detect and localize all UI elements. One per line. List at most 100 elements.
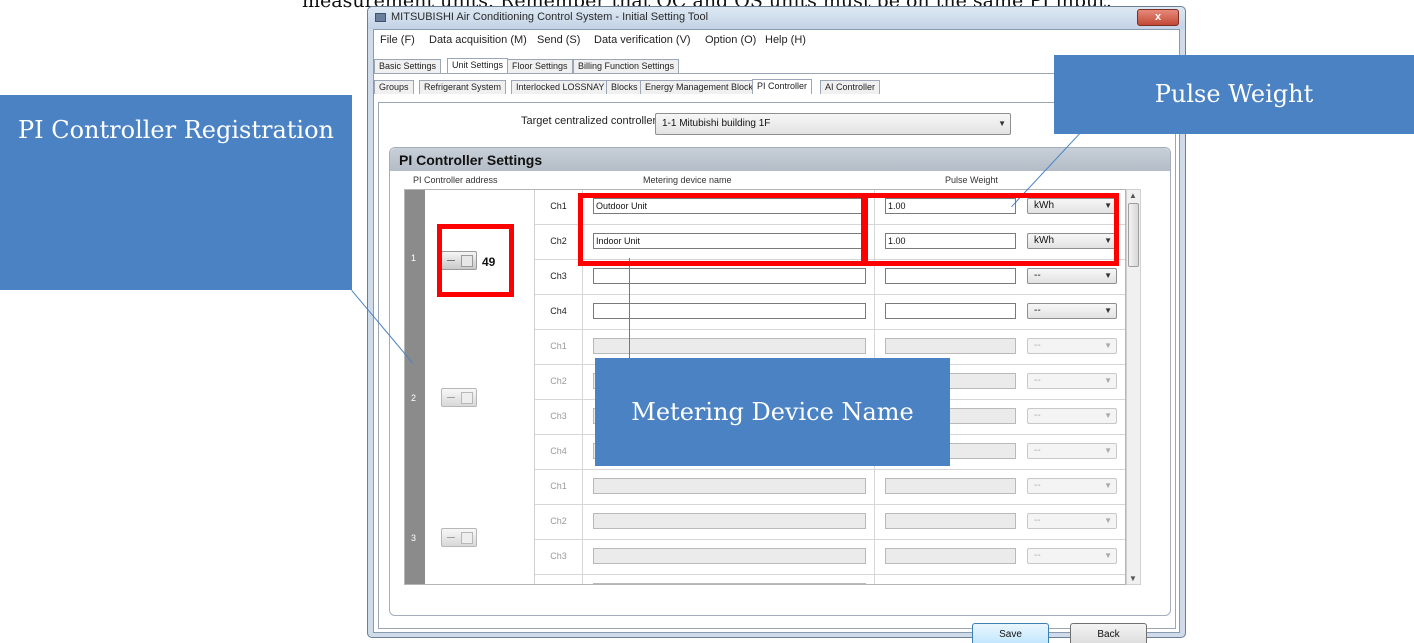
pi-registration-callout: PI Controller Registration [0,95,352,290]
metering-device-name-input[interactable] [593,268,866,284]
chevron-down-icon: ▼ [1104,411,1112,420]
target-controller-value: 1-1 Mitubishi building 1F [662,118,771,129]
pulse-unit-value: -- [1034,445,1041,456]
chevron-down-icon: ▼ [1104,516,1112,525]
chevron-down-icon: ▼ [1104,376,1112,385]
target-controller-select[interactable]: 1-1 Mitubishi building 1F ▼ [655,113,1011,135]
address-strip: 2 [405,330,425,470]
pulse-weight-input[interactable] [885,268,1016,284]
window-title: MITSUBISHI Air Conditioning Control Syst… [391,11,709,23]
channel-label: Ch4 [550,306,567,316]
col-header-pulse-weight: Pulse Weight [945,175,998,185]
address-strip: 3 [405,470,425,584]
pi-controller-icon[interactable] [441,528,477,547]
pi-controller-icon[interactable] [441,388,477,407]
tab-refrigerant-system[interactable]: Refrigerant System [419,80,507,94]
title-bar: MITSUBISHI Air Conditioning Control Syst… [368,7,1185,29]
pulse-weight-input [885,338,1016,354]
scroll-thumb[interactable] [1128,203,1139,267]
pi-controller-highlight [437,224,514,297]
channel-label: Ch2 [550,516,567,526]
metering-leader [629,258,630,360]
scroll-down-icon[interactable]: ▼ [1129,574,1137,583]
pi-controller-group: 3 Ch1 -- ▼ Ch2 -- ▼ Ch3 -- ▼ [405,470,1125,584]
tab-unit-settings[interactable]: Unit Settings [447,58,509,73]
pulse-unit-value: -- [1034,480,1041,491]
grid-scrollbar[interactable]: ▲ ▼ [1126,189,1141,585]
pulse-unit-value: -- [1034,270,1041,281]
pulse-unit-select: -- ▼ [1027,443,1117,459]
menu-file[interactable]: File (F) [380,34,415,46]
pulse-unit-value: -- [1034,305,1041,316]
pulse-unit-value: -- [1034,410,1041,421]
channel-label: Ch1 [550,481,567,491]
channel-label: Ch2 [550,376,567,386]
metering-device-name-input [593,548,866,564]
pulse-unit-select: -- ▼ [1027,478,1117,494]
channel-row: Ch4 -- ▼ [535,295,1125,330]
pulse-unit-select: -- ▼ [1027,408,1117,424]
tab-pi-controller[interactable]: PI Controller [752,79,813,94]
pulse-unit-select[interactable]: -- ▼ [1027,303,1117,319]
tab-billing-function-settings[interactable]: Billing Function Settings [573,59,680,73]
target-controller-label: Target centralized controller: [521,115,660,127]
back-button[interactable]: Back [1070,623,1147,643]
channel-label: Ch3 [550,271,567,281]
channel-label: Ch1 [550,201,567,211]
menu-bar: File (F) Data acquisition (M) Send (S) D… [374,30,1179,50]
pulse-unit-select: -- ▼ [1027,548,1117,564]
channel-label: Ch3 [550,411,567,421]
pi-controller-icon-cell[interactable] [425,330,535,470]
tab-blocks[interactable]: Blocks [606,80,643,94]
app-icon [375,13,386,22]
channel-label: Ch4 [550,446,567,456]
pulse-unit-select: -- ▼ [1027,373,1117,389]
channel-row: Ch1 -- ▼ [535,470,1125,505]
menu-data-verification[interactable]: Data verification (V) [594,34,691,46]
metering-device-name-input[interactable] [593,303,866,319]
chevron-down-icon: ▼ [1104,446,1112,455]
tab-interlocked-lossnay[interactable]: Interlocked LOSSNAY [511,80,610,94]
channel-row: Ch2 -- ▼ [535,505,1125,540]
chevron-down-icon: ▼ [1104,481,1112,490]
pulse-unit-select: -- ▼ [1027,513,1117,529]
tab-energy-management-block[interactable]: Energy Management Block [640,80,759,94]
tab-ai-controller[interactable]: AI Controller [820,80,881,94]
metering-callout: Metering Device Name [595,358,950,466]
pulse-unit-select[interactable]: -- ▼ [1027,268,1117,284]
channel-label: Ch1 [550,341,567,351]
channel-row [535,575,1125,584]
chevron-down-icon: ▼ [1104,551,1112,560]
menu-send[interactable]: Send (S) [537,34,580,46]
tab-floor-settings[interactable]: Floor Settings [507,59,573,73]
metering-device-name-input [593,513,866,529]
save-button[interactable]: Save [972,623,1049,643]
col-header-name: Metering device name [643,175,732,185]
pulse-weight-input [885,513,1016,529]
tab-groups[interactable]: Groups [374,80,414,94]
pulse-weight-input[interactable] [885,303,1016,319]
settings-title: PI Controller Settings [399,152,543,168]
tab-basic-settings[interactable]: Basic Settings [374,59,442,73]
pulse-weight-input [885,548,1016,564]
pulse-weight-highlight [863,193,1119,266]
chevron-down-icon: ▼ [1104,341,1112,350]
chevron-down-icon: ▼ [998,119,1006,128]
pi-controller-address: 1 [411,253,417,263]
pulse-unit-value: -- [1034,340,1041,351]
menu-data-acquisition[interactable]: Data acquisition (M) [429,34,527,46]
pulse-unit-value: -- [1034,550,1041,561]
metering-device-name-input [593,583,866,584]
channel-label: Ch3 [550,551,567,561]
chevron-down-icon: ▼ [1104,271,1112,280]
scroll-up-icon[interactable]: ▲ [1129,191,1137,200]
menu-option[interactable]: Option (O) [705,34,756,46]
close-button[interactable]: x [1137,9,1179,26]
menu-help[interactable]: Help (H) [765,34,806,46]
pulse-unit-value: -- [1034,375,1041,386]
pulse-weight-callout: Pulse Weight [1054,55,1414,134]
pi-controller-address: 2 [411,393,417,403]
channel-label: Ch2 [550,236,567,246]
pulse-unit-select: -- ▼ [1027,338,1117,354]
pi-controller-icon-cell[interactable] [425,470,535,584]
